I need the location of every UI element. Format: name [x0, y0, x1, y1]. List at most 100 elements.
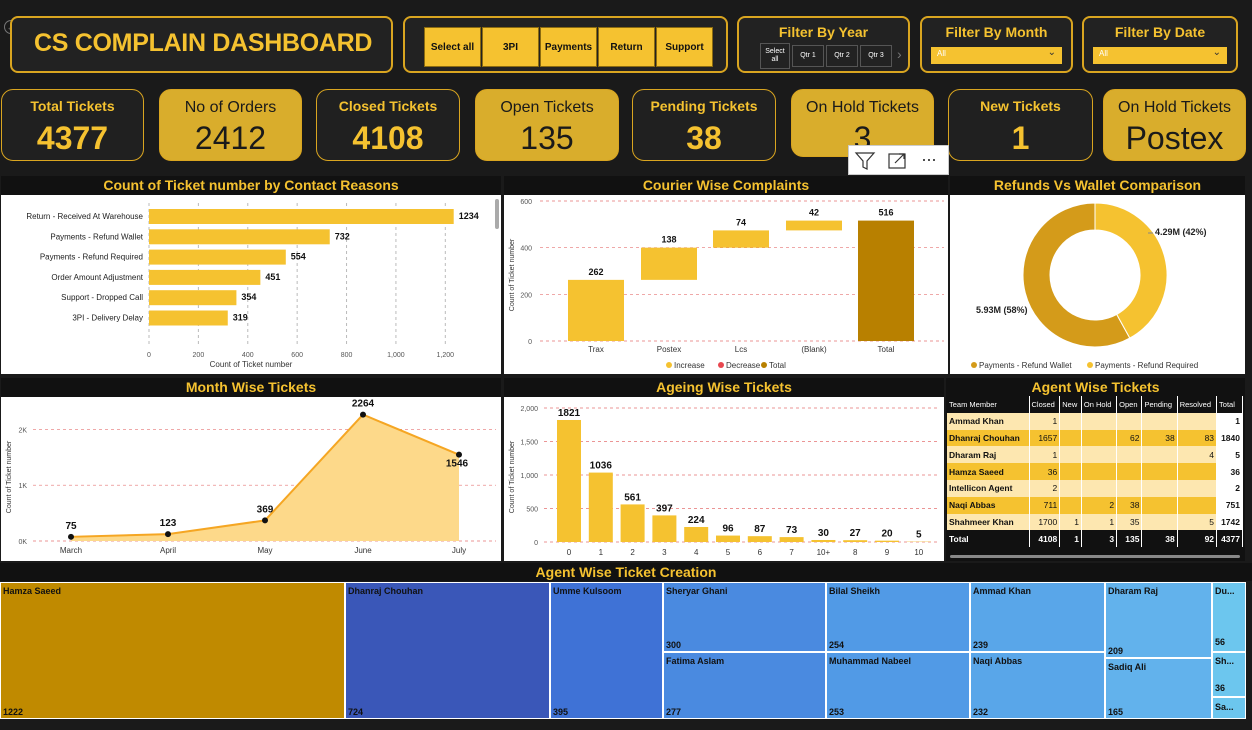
treemap-tile[interactable]: Sheryar Ghani 300: [663, 582, 826, 652]
table-row[interactable]: Hamza Saeed 36 36: [947, 463, 1243, 480]
category-label: 6: [758, 548, 763, 557]
treemap-value: 724: [348, 707, 364, 717]
table-row[interactable]: Intellicon Agent 2 2: [947, 479, 1243, 497]
col-total[interactable]: Total: [1216, 396, 1243, 413]
data-label: 1234: [459, 211, 479, 221]
treemap-tile[interactable]: Du... 56: [1212, 582, 1246, 652]
category-label: Payments - Refund Wallet: [50, 232, 143, 241]
table-row[interactable]: Ammad Khan 1 1: [947, 412, 1243, 430]
treemap-tile[interactable]: Muhammad Nabeel 253: [826, 652, 970, 719]
filter-icon[interactable]: [854, 151, 876, 171]
filter-date: Filter By Date All ⌄: [1082, 16, 1238, 73]
col-resolved[interactable]: Resolved: [1177, 396, 1218, 413]
data-label: 42: [809, 208, 819, 218]
treemap-tile[interactable]: Ammad Khan 239: [970, 582, 1105, 652]
col-new[interactable]: New: [1059, 396, 1082, 413]
month-chart: 0K 1K 2K Count of Ticket number 75 March 123 Ap…: [6, 399, 496, 555]
date-dropdown[interactable]: All ⌄: [1093, 47, 1227, 64]
dashboard-title: CS COMPLAIN DASHBOARD: [34, 29, 373, 57]
treemap-tile[interactable]: Sa...: [1212, 697, 1246, 719]
col-closed[interactable]: Closed: [1029, 396, 1061, 413]
bar: [858, 220, 914, 341]
y-tick-label: 2,000: [520, 406, 538, 413]
category-label: Return - Received At Warehouse: [26, 212, 143, 221]
treemap-tile[interactable]: Sadiq Ali 165: [1105, 658, 1212, 719]
qtr-2[interactable]: Qtr 2: [826, 45, 858, 67]
table-cell: 751: [1216, 496, 1243, 514]
qtr-3[interactable]: Qtr 3: [860, 45, 892, 67]
month-dropdown[interactable]: All ⌄: [931, 47, 1062, 64]
treemap-label: Sadiq Ali: [1108, 662, 1147, 672]
data-label: 224: [688, 515, 705, 526]
treemap-value: 395: [553, 707, 569, 717]
treemap-value: 253: [829, 707, 845, 717]
y-tick-label: 0K: [18, 539, 27, 546]
table-cell: [1116, 463, 1143, 480]
treemap-tile[interactable]: Dhanraj Chouhan 724: [345, 582, 550, 719]
chevron-right-icon[interactable]: ›: [897, 46, 902, 62]
y-tick-label: 1,000: [520, 473, 538, 480]
bar: [149, 249, 286, 265]
treemap-tile[interactable]: Fatima Aslam 277: [663, 652, 826, 719]
treemap-tile[interactable]: Bilal Sheikh 254: [826, 582, 970, 652]
table-cell: 711: [1029, 496, 1061, 514]
category-label: 0: [567, 548, 572, 557]
col-on-hold[interactable]: On Hold: [1081, 396, 1118, 413]
treemap-value: 277: [666, 707, 682, 717]
month-panel: Month Wise Tickets 0K 1K 2K Count of Ticket…: [1, 378, 501, 561]
data-label: 1036: [590, 461, 613, 472]
kpi-pending-tickets: Pending Tickets 38: [632, 89, 776, 161]
table-cell: 83: [1177, 429, 1218, 447]
table-cell: 1742: [1216, 513, 1243, 531]
data-label: 516: [878, 208, 893, 218]
kpi-label: New Tickets: [980, 98, 1061, 114]
bar: [786, 220, 842, 231]
treemap-label: Dhanraj Chouhan: [348, 586, 424, 596]
table-cell: [1141, 412, 1178, 430]
category-label: 3PI - Delivery Delay: [72, 314, 143, 323]
filter-month: Filter By Month All ⌄: [920, 16, 1073, 73]
legend-marker: [761, 362, 767, 368]
treemap-tile[interactable]: Umme Kulsoom 395: [550, 582, 663, 719]
x-tick-label: 200: [193, 352, 205, 359]
table-row[interactable]: Naqi Abbas 711 2 38 751: [947, 496, 1243, 514]
bar: [779, 537, 804, 542]
bar: [843, 540, 868, 542]
total-cell: 3: [1081, 530, 1118, 548]
kpi-label: On Hold Tickets: [806, 99, 919, 116]
bar: [641, 247, 697, 280]
slicer-return[interactable]: Return: [598, 27, 655, 67]
table-scrollbar[interactable]: [950, 555, 1240, 558]
col-team-member[interactable]: Team Member: [947, 396, 1030, 413]
col-pending[interactable]: Pending: [1141, 396, 1178, 413]
qtr-select-all[interactable]: Select all: [760, 43, 790, 69]
focus-mode-icon[interactable]: [887, 151, 909, 171]
y-tick-label: 400: [520, 246, 532, 253]
bar: [149, 229, 330, 245]
kpi-value: 4108: [352, 120, 424, 156]
treemap-tile[interactable]: Naqi Abbas 232: [970, 652, 1105, 719]
table-row[interactable]: Shahmeer Khan 1700 1 1 35 5 1742: [947, 513, 1243, 531]
table-cell: 36: [1029, 463, 1061, 480]
treemap-value: 165: [1108, 707, 1124, 717]
slicer-3pi[interactable]: 3PI: [482, 27, 539, 67]
total-cell: 4377: [1216, 530, 1243, 548]
treemap-tile[interactable]: Hamza Saeed 1222: [0, 582, 345, 719]
treemap-label: Muhammad Nabeel: [829, 656, 912, 666]
treemap-tile[interactable]: Sh... 36: [1212, 652, 1246, 697]
category-label: Support - Dropped Call: [61, 293, 143, 302]
legend-label: Decrease: [726, 361, 761, 370]
kpi-value: Postex: [1125, 120, 1224, 156]
slicer-payments[interactable]: Payments: [540, 27, 597, 67]
ageing-title: Ageing Wise Tickets: [504, 378, 944, 397]
treemap-tile[interactable]: Dharam Raj 209: [1105, 582, 1212, 658]
slicer-support[interactable]: Support: [656, 27, 713, 67]
data-label: 96: [722, 524, 734, 535]
data-label: 554: [291, 252, 306, 262]
table-row[interactable]: Dhanraj Chouhan 1657 62 38 83 1840: [947, 429, 1243, 447]
table-row[interactable]: Dharam Raj 1 4 5: [947, 446, 1243, 464]
col-open[interactable]: Open: [1116, 396, 1143, 413]
qtr-1[interactable]: Qtr 1: [792, 45, 824, 67]
slicer-select-all[interactable]: Select all: [424, 27, 481, 67]
more-options-icon[interactable]: ···: [921, 149, 937, 170]
